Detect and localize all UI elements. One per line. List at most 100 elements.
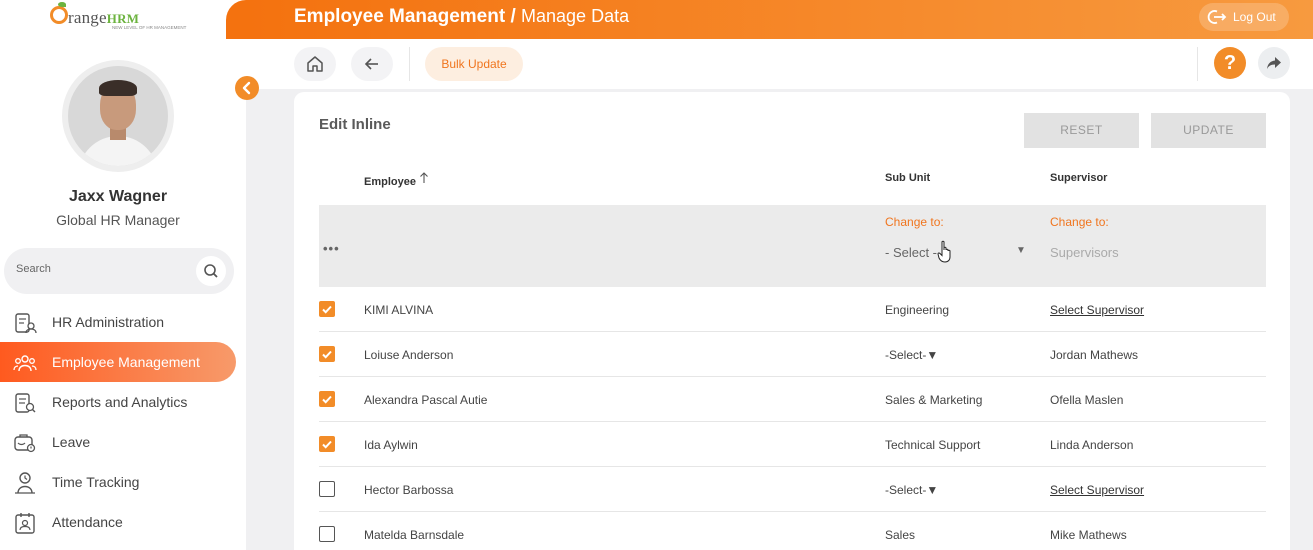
employee-name: KIMI ALVINA: [364, 303, 434, 317]
help-button[interactable]: ?: [1214, 47, 1246, 79]
check-icon: [322, 350, 332, 359]
update-button[interactable]: UPDATE: [1151, 113, 1266, 148]
employees-icon: [13, 355, 37, 372]
logo-leaf-icon: [58, 2, 66, 7]
table-row[interactable]: Loiuse Anderson -Select-▼ Jordan Mathews: [319, 332, 1266, 377]
bulk-change-row: ••• Change to: - Select - ▼ Change to: S…: [319, 205, 1266, 287]
reports-icon: [15, 393, 36, 413]
column-header-supervisor: Supervisor: [1050, 172, 1108, 184]
check-icon: [322, 305, 332, 314]
sub-unit-select[interactable]: -Select-▼: [885, 483, 938, 497]
table-row[interactable]: Matelda Barnsdale Sales Mike Mathews: [319, 512, 1266, 550]
row-checkbox[interactable]: [319, 301, 335, 317]
page-subtitle: Manage Data: [521, 6, 630, 26]
avatar[interactable]: [62, 60, 174, 172]
toolbar-divider: [409, 47, 410, 81]
logout-label: Log Out: [1233, 10, 1276, 24]
row-checkbox[interactable]: [319, 481, 335, 497]
row-checkbox[interactable]: [319, 526, 335, 542]
attendance-icon: [15, 513, 35, 534]
hand-cursor-icon: [937, 240, 951, 263]
sidebar-item-leave[interactable]: Leave: [0, 422, 236, 462]
back-button[interactable]: [351, 47, 393, 81]
column-header-sub-unit: Sub Unit: [885, 172, 931, 184]
logo-tagline: NEW LEVEL OF HR MANAGEMENT: [112, 25, 187, 30]
logo-text: range: [68, 8, 107, 27]
row-checkbox[interactable]: [319, 436, 335, 452]
toolbar-divider: [1197, 47, 1198, 81]
home-icon: [307, 56, 323, 72]
sub-unit-select[interactable]: - Select -: [885, 245, 937, 260]
chevron-left-icon: [242, 81, 251, 95]
table-row[interactable]: Hector Barbossa -Select-▼ Select Supervi…: [319, 467, 1266, 512]
supervisor-value: Mike Mathews: [1050, 528, 1127, 542]
chevron-down-icon[interactable]: ▼: [1016, 245, 1026, 256]
home-button[interactable]: [294, 47, 336, 81]
sidebar-item-label: Leave: [52, 434, 91, 450]
reset-button[interactable]: RESET: [1024, 113, 1139, 148]
hr-admin-icon: [15, 313, 37, 334]
question-mark-icon: ?: [1223, 52, 1237, 74]
sidebar-item-label: Employee Management: [52, 354, 200, 370]
sidebar-item-reports-and-analytics[interactable]: Reports and Analytics: [0, 382, 236, 422]
user-role: Global HR Manager: [56, 212, 180, 228]
logo-hrm-text: HRM: [106, 11, 140, 26]
logout-button[interactable]: Log Out: [1199, 3, 1289, 31]
sidebar-item-hr-administration[interactable]: HR Administration: [0, 302, 236, 342]
logo-orange-icon: [50, 6, 68, 24]
employee-name: Ida Aylwin: [364, 438, 418, 452]
bulk-update-button[interactable]: Bulk Update: [425, 47, 523, 81]
collapse-sidebar-button[interactable]: [235, 76, 259, 100]
leave-icon: [14, 434, 36, 453]
share-button[interactable]: [1258, 47, 1290, 79]
more-options-icon[interactable]: •••: [323, 241, 340, 256]
sub-unit-value[interactable]: Sales: [885, 528, 915, 542]
sub-unit-value[interactable]: Sales & Marketing: [885, 393, 982, 407]
logout-icon: [1207, 10, 1227, 24]
table-row[interactable]: KIMI ALVINA Engineering Select Superviso…: [319, 287, 1266, 332]
sidebar-item-time-tracking[interactable]: Time Tracking: [0, 462, 236, 502]
edit-inline-card: Edit Inline RESET UPDATE Employee Sub Un…: [294, 92, 1290, 550]
user-name: Jaxx Wagner: [68, 188, 168, 205]
arrow-left-icon: [364, 58, 378, 70]
sidebar-item-label: Reports and Analytics: [52, 394, 188, 410]
supervisor-search-input[interactable]: Supervisors: [1050, 245, 1119, 260]
table-row[interactable]: Ida Aylwin Technical Support Linda Ander…: [319, 422, 1266, 467]
sub-unit-value[interactable]: Technical Support: [885, 438, 980, 452]
orangehrm-logo[interactable]: rangeHRM NEW LEVEL OF HR MANAGEMENT: [50, 2, 200, 34]
table-row[interactable]: Alexandra Pascal Autie Sales & Marketing…: [319, 377, 1266, 422]
sidebar-item-label: Attendance: [52, 514, 123, 530]
sub-unit-select[interactable]: -Select-▼: [885, 348, 938, 362]
column-header-employee[interactable]: Employee: [364, 172, 429, 188]
supervisor-change-label: Change to:: [1050, 215, 1109, 229]
sort-ascending-icon[interactable]: [419, 172, 429, 184]
sidebar-item-employee-management[interactable]: Employee Management: [0, 342, 236, 382]
toolbar: Bulk Update ?: [246, 39, 1313, 89]
search-icon: [204, 264, 218, 278]
top-bar: Employee Management / Manage Data Log Ou…: [226, 0, 1313, 39]
sidebar-item-attendance[interactable]: Attendance: [0, 502, 236, 542]
row-checkbox[interactable]: [319, 346, 335, 362]
sub-unit-value[interactable]: Engineering: [885, 303, 949, 317]
sidebar-item-label: HR Administration: [52, 314, 165, 330]
share-arrow-icon: [1267, 57, 1281, 69]
supervisor-value: Jordan Mathews: [1050, 348, 1139, 362]
supervisor-value: Linda Anderson: [1050, 438, 1134, 452]
row-checkbox[interactable]: [319, 391, 335, 407]
employee-name: Loiuse Anderson: [364, 348, 454, 362]
page-title: Employee Management / Manage Data: [294, 6, 630, 27]
check-icon: [322, 440, 332, 449]
check-icon: [322, 395, 332, 404]
employee-name: Alexandra Pascal Autie: [364, 393, 488, 407]
search-button[interactable]: [196, 256, 226, 286]
supervisor-value: Ofella Maslen: [1050, 393, 1124, 407]
section-title: Edit Inline: [319, 116, 391, 133]
employee-name: Hector Barbossa: [364, 483, 454, 497]
sidebar-search[interactable]: Search: [4, 248, 234, 294]
employee-name: Matelda Barnsdale: [364, 528, 465, 542]
sub-unit-change-label: Change to:: [885, 215, 944, 229]
select-supervisor-link[interactable]: Select Supervisor: [1050, 303, 1144, 317]
search-input[interactable]: Search: [16, 263, 51, 275]
select-supervisor-link[interactable]: Select Supervisor: [1050, 483, 1144, 497]
sidebar-item-label: Time Tracking: [52, 474, 140, 490]
